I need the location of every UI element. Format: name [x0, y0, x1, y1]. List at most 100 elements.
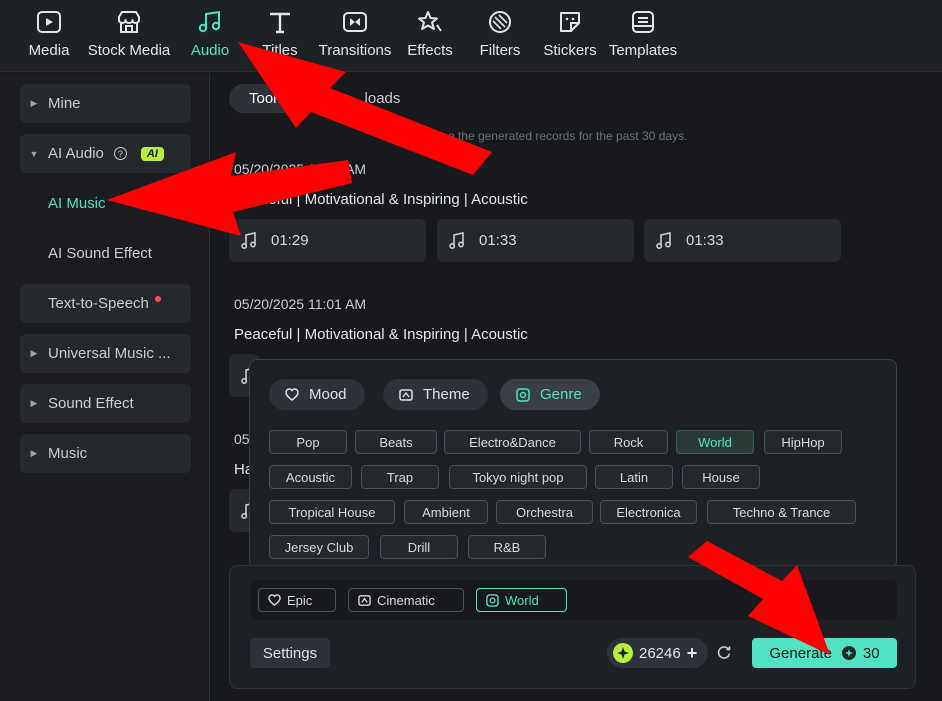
category-genre[interactable]: Genre — [500, 379, 600, 410]
theme-icon — [358, 594, 371, 607]
caret-right-icon: ▶ — [30, 448, 38, 458]
genre-chip[interactable]: HipHop — [764, 430, 842, 454]
mood-icon — [285, 387, 299, 402]
sidebar-item-sound-effect[interactable]: ▶ Sound Effect — [20, 384, 191, 423]
selected-tag-world[interactable]: World — [476, 588, 567, 612]
toolbar-label: Stock Media — [87, 42, 171, 59]
genre-chip[interactable]: Electro&Dance — [444, 430, 581, 454]
toolbar-templates[interactable]: Templates — [598, 8, 688, 59]
add-credits-icon[interactable]: + — [687, 643, 698, 664]
music-note-icon — [656, 231, 672, 250]
genre-popup: Mood Theme Genre Pop Beats Electro&Dance… — [249, 359, 897, 569]
category-label: Theme — [423, 386, 470, 403]
toolbar-label: Transitions — [318, 42, 392, 59]
tab-label: loads — [364, 90, 401, 107]
sidebar-item-ai-sound-effect[interactable]: AI Sound Effect — [20, 234, 191, 273]
tab-tool[interactable]: Tool — [229, 84, 297, 113]
sidebar-item-label: Music — [48, 445, 88, 462]
track-item[interactable]: 01:33 — [437, 219, 634, 262]
record-date: 05/20/2025 11:01 AM — [234, 296, 367, 312]
sidebar-item-universal-music[interactable]: ▶ Universal Music ... — [20, 334, 191, 373]
tag-label: Epic — [287, 592, 313, 608]
category-theme[interactable]: Theme — [383, 379, 488, 410]
selected-tags-bar: Epic Cinematic World — [250, 580, 897, 620]
sidebar-item-mine[interactable]: ▶ Mine — [20, 84, 191, 123]
media-icon — [35, 8, 63, 36]
tab-label: Tool — [249, 90, 277, 107]
track-duration: 01:33 — [686, 232, 724, 249]
records-notice: You can use the generated records for th… — [389, 129, 688, 143]
transitions-icon — [341, 8, 369, 36]
genre-chip[interactable]: R&B — [468, 535, 546, 559]
genre-chip[interactable]: Acoustic — [269, 465, 352, 489]
stickers-icon — [556, 8, 584, 36]
settings-label: Settings — [262, 644, 318, 662]
genre-chip[interactable]: Tropical House — [269, 500, 395, 524]
genre-chip[interactable]: Jersey Club — [269, 535, 369, 559]
sidebar-item-music[interactable]: ▶ Music — [20, 434, 191, 473]
genre-chip[interactable]: Trap — [361, 465, 439, 489]
caret-down-icon: ▼ — [29, 148, 39, 159]
credits-balance[interactable]: 26246 + — [607, 638, 708, 668]
category-mood[interactable]: Mood — [269, 379, 365, 410]
genre-chip[interactable]: Orchestra — [496, 500, 593, 524]
genre-chip[interactable]: Pop — [269, 430, 347, 454]
top-toolbar: Media Stock Media Audio Titles Transitio… — [0, 0, 942, 72]
genre-chip[interactable]: Beats — [355, 430, 437, 454]
caret-right-icon: ▶ — [30, 98, 38, 108]
track-item[interactable]: 01:29 — [229, 219, 426, 262]
generate-button[interactable]: Generate 30 — [752, 638, 897, 668]
notification-dot — [154, 295, 161, 302]
genre-chip[interactable]: Tokyo night pop — [449, 465, 587, 489]
sidebar-item-ai-music[interactable]: AI Music — [20, 184, 191, 223]
sidebar-item-ai-audio[interactable]: ▼ AI Audio ? AI — [20, 134, 191, 173]
tab-downloads[interactable]: loads — [305, 84, 421, 113]
sidebar-item-label: Sound Effect — [48, 395, 134, 412]
mood-icon — [268, 594, 281, 607]
toolbar-media[interactable]: Media — [4, 8, 94, 59]
sidebar-item-text-to-speech[interactable]: Text-to-Speech — [20, 284, 191, 323]
category-label: Mood — [309, 386, 347, 403]
music-note-icon — [449, 231, 465, 250]
toolbar-label: Templates — [608, 42, 678, 59]
sidebar-item-label: AI Sound Effect — [48, 245, 152, 262]
selected-tag-cinematic[interactable]: Cinematic — [348, 588, 464, 612]
tag-label: World — [505, 592, 539, 608]
track-item[interactable]: 01:33 — [644, 219, 841, 262]
templates-icon — [629, 8, 657, 36]
genre-chip[interactable]: House — [682, 465, 760, 489]
generate-cost: 30 — [862, 644, 880, 662]
genre-chip[interactable]: Drill — [380, 535, 458, 559]
filters-icon — [486, 8, 514, 36]
record-title: Peaceful | Motivational & Inspiring | Ac… — [234, 326, 528, 343]
toolbar-label: Stickers — [543, 42, 597, 59]
genre-chip[interactable]: Ambient — [404, 500, 488, 524]
genre-chip[interactable]: Rock — [589, 430, 668, 454]
ai-badge: AI — [140, 146, 164, 161]
record-title: Peaceful | Motivational & Inspiring | Ac… — [234, 191, 528, 208]
sidebar-item-label: AI Audio — [48, 145, 104, 162]
credit-coin-icon — [613, 643, 633, 663]
refresh-icon[interactable] — [716, 644, 732, 660]
help-icon[interactable]: ? — [113, 147, 127, 160]
generate-label: Generate — [769, 644, 832, 662]
sidebar-item-label: Mine — [48, 95, 81, 112]
caret-right-icon: ▶ — [30, 348, 38, 358]
genre-chip[interactable]: Latin — [595, 465, 673, 489]
sidebar-item-label: Text-to-Speech — [48, 295, 149, 312]
track-duration: 01:29 — [271, 232, 309, 249]
genre-chip-selected[interactable]: World — [676, 430, 754, 454]
credits-value: 26246 — [639, 644, 681, 662]
theme-icon — [399, 388, 413, 402]
category-label: Genre — [540, 386, 582, 403]
prompt-panel: Epic Cinematic World Settings 26246 + Ge… — [229, 565, 916, 689]
genre-chip[interactable]: Electronica — [600, 500, 697, 524]
genre-chip[interactable]: Techno & Trance — [707, 500, 856, 524]
settings-button[interactable]: Settings — [250, 638, 330, 668]
toolbar-label: Media — [28, 42, 70, 59]
toolbar-stock-media[interactable]: Stock Media — [84, 8, 174, 59]
toolbar-label: Audio — [190, 42, 230, 59]
credit-coin-icon — [841, 646, 856, 660]
tag-label: Cinematic — [377, 592, 435, 608]
selected-tag-epic[interactable]: Epic — [258, 588, 336, 612]
